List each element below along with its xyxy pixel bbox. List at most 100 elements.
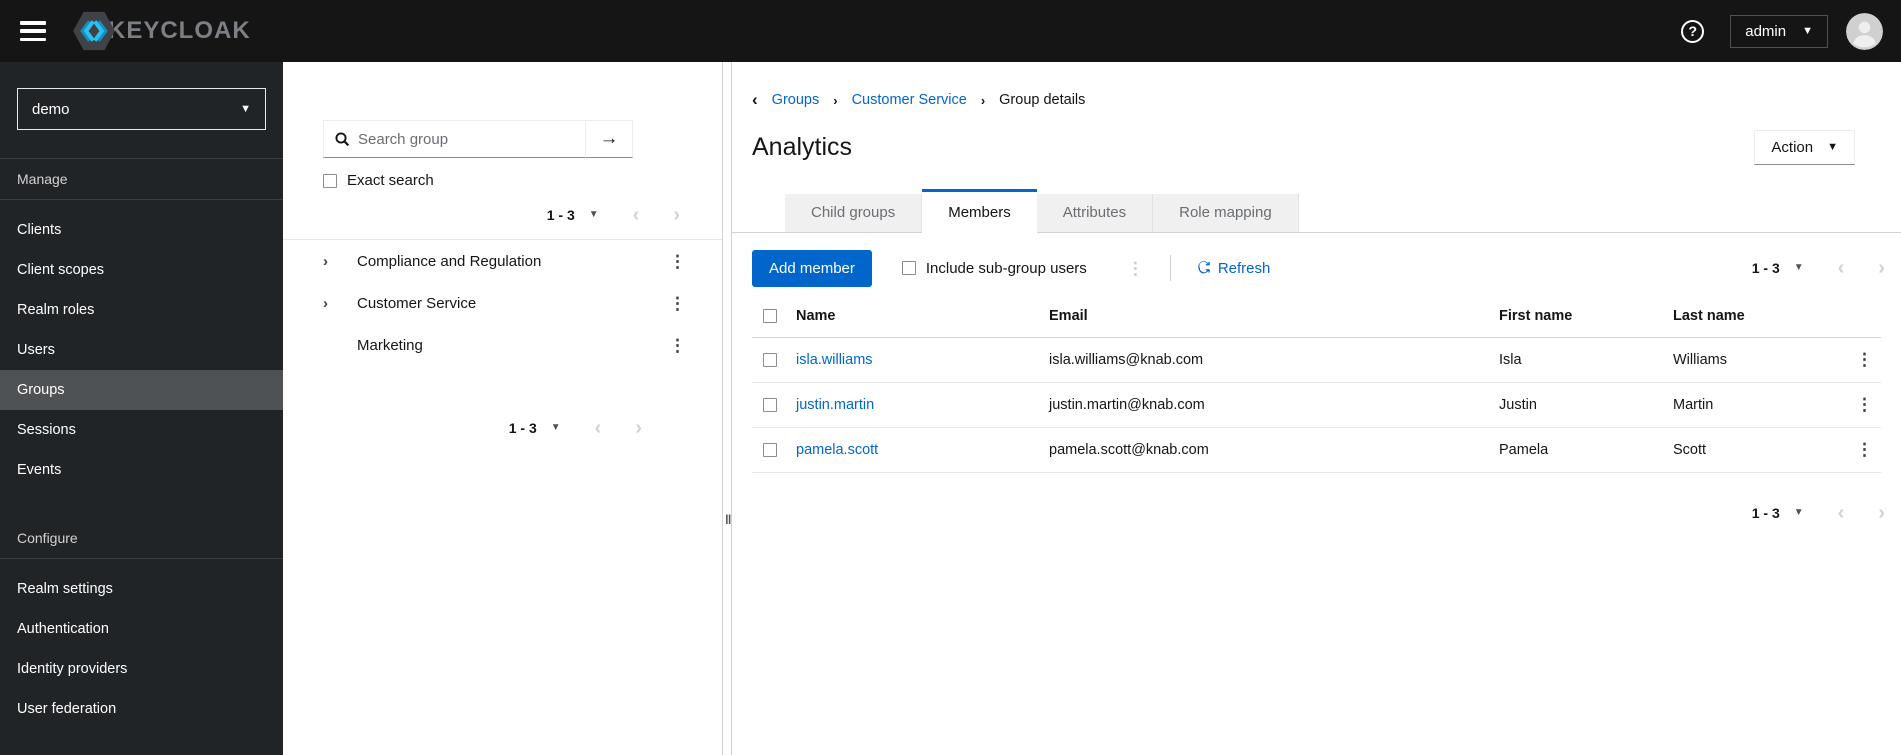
breadcrumb-link-groups[interactable]: Groups [772, 92, 820, 108]
pagination-options-toggle[interactable]: ▼ [1794, 263, 1804, 273]
member-email: isla.williams@knab.com [1049, 352, 1204, 368]
member-name-link[interactable]: pamela.scott [796, 442, 878, 458]
select-all-checkbox[interactable] [763, 309, 777, 323]
sidebar-item-clients[interactable]: Clients [0, 210, 283, 250]
breadcrumb-link-customer-service[interactable]: Customer Service [852, 92, 967, 108]
add-member-button[interactable]: Add member [752, 249, 872, 287]
action-dropdown[interactable]: Action ▼ [1754, 130, 1855, 165]
next-page-icon[interactable]: › [673, 205, 680, 225]
realm-name: demo [32, 100, 70, 118]
nav-section-configure: Configure [0, 518, 283, 559]
member-last-name: Williams [1673, 352, 1727, 368]
row-checkbox[interactable] [763, 443, 777, 457]
refresh-button[interactable]: Refresh [1197, 260, 1270, 277]
pagination-options-toggle[interactable]: ▼ [1794, 508, 1804, 518]
previous-page-icon[interactable]: ‹ [595, 418, 602, 438]
tree-item-compliance-and-regulation[interactable]: › Compliance and Regulation ⋮ [283, 240, 722, 282]
members-pagination-top: 1 - 3 ▼ ‹ › [1752, 258, 1885, 278]
members-table: Name Email First name Last name isla.wil… [752, 295, 1881, 473]
kebab-menu-icon[interactable]: ⋮ [1856, 395, 1873, 414]
sidebar-item-realm-settings[interactable]: Realm settings [0, 569, 283, 609]
member-email: justin.martin@knab.com [1049, 397, 1205, 413]
exact-search-checkbox[interactable] [323, 173, 337, 188]
sidebar-item-client-scopes[interactable]: Client scopes [0, 250, 283, 290]
member-email: pamela.scott@knab.com [1049, 442, 1209, 458]
avatar[interactable] [1846, 12, 1883, 50]
search-submit-button[interactable]: → [586, 120, 633, 158]
sidebar-item-events[interactable]: Events [0, 450, 283, 490]
page-title: Analytics [752, 133, 853, 161]
tab-members[interactable]: Members [922, 189, 1037, 233]
members-toolbar: Add member Include sub-group users ⋮ Ref… [752, 249, 1885, 287]
tab-child-groups[interactable]: Child groups [785, 194, 923, 232]
refresh-icon [1198, 261, 1210, 274]
search-group-input[interactable] [358, 130, 575, 148]
previous-page-icon[interactable]: ‹ [1838, 258, 1845, 278]
brand-text: KEYCLOAK [108, 17, 251, 44]
breadcrumb-back-icon[interactable]: ‹ [752, 90, 758, 110]
breadcrumb-current: Group details [999, 92, 1086, 108]
next-page-icon[interactable]: › [635, 418, 642, 438]
kebab-menu-icon[interactable]: ⋮ [669, 295, 686, 312]
expand-chevron-icon[interactable]: › [323, 253, 345, 270]
tab-role-mapping[interactable]: Role mapping [1153, 194, 1299, 232]
pagination-options-toggle[interactable]: ▼ [589, 210, 599, 220]
row-checkbox[interactable] [763, 398, 777, 412]
member-name-link[interactable]: isla.williams [796, 352, 873, 368]
username: admin [1745, 22, 1787, 40]
row-checkbox[interactable] [763, 353, 777, 367]
expand-chevron-icon[interactable]: › [323, 295, 345, 312]
nav-section-manage: Manage [0, 158, 283, 200]
member-last-name: Scott [1673, 442, 1707, 458]
tree-item-marketing[interactable]: Marketing ⋮ [283, 324, 722, 366]
sidebar-item-identity-providers[interactable]: Identity providers [0, 649, 283, 689]
nav-list-manage: Clients Client scopes Realm roles Users … [0, 200, 283, 490]
kebab-menu-icon[interactable]: ⋮ [1127, 260, 1144, 277]
panel-resize-handle[interactable]: ‖ [722, 62, 732, 755]
column-header-first-name: First name [1499, 308, 1573, 324]
pagination-range: 1 - 3 [1751, 260, 1780, 276]
tree-item-customer-service[interactable]: › Customer Service ⋮ [283, 282, 722, 324]
sidebar-item-user-federation[interactable]: User federation [0, 689, 283, 729]
tab-attributes[interactable]: Attributes [1036, 194, 1154, 232]
kebab-menu-icon[interactable]: ⋮ [1856, 440, 1873, 459]
kebab-menu-icon[interactable]: ⋮ [669, 337, 686, 354]
chevron-down-icon: ▼ [240, 102, 251, 115]
tree-pagination-bottom: 1 - 3 ▼ ‹ › [283, 418, 642, 438]
breadcrumb-separator-icon: › [980, 92, 986, 108]
breadcrumb-separator-icon: › [833, 92, 838, 108]
sidebar-item-groups[interactable]: Groups [0, 370, 283, 410]
table-header-row: Name Email First name Last name [752, 295, 1881, 338]
member-first-name: Pamela [1499, 442, 1549, 458]
help-icon[interactable]: ? [1681, 19, 1705, 43]
search-icon [335, 132, 350, 147]
member-first-name: Justin [1499, 397, 1537, 413]
keycloak-logo[interactable]: KEYCLOAK [72, 11, 251, 51]
member-first-name: Isla [1499, 352, 1522, 368]
group-search-box [323, 120, 586, 158]
next-page-icon[interactable]: › [1878, 503, 1885, 523]
hamburger-menu-icon[interactable] [20, 21, 46, 41]
include-subgroup-users-label: Include sub-group users [925, 259, 1087, 277]
chevron-down-icon: ▼ [1802, 24, 1813, 37]
kebab-menu-icon[interactable]: ⋮ [1856, 350, 1873, 369]
tab-bar: Child groups Members Attributes Role map… [732, 189, 1901, 233]
include-subgroup-users-checkbox[interactable] [901, 261, 916, 275]
grip-icon: ‖ [725, 512, 732, 527]
member-name-link[interactable]: justin.martin [796, 397, 874, 413]
realm-selector[interactable]: demo ▼ [17, 88, 266, 130]
top-bar: KEYCLOAK ? admin ▼ [0, 0, 1901, 62]
sidebar-item-sessions[interactable]: Sessions [0, 410, 283, 450]
previous-page-icon[interactable]: ‹ [633, 205, 640, 225]
pagination-options-toggle[interactable]: ▼ [551, 423, 561, 433]
previous-page-icon[interactable]: ‹ [1838, 503, 1845, 523]
user-menu-dropdown[interactable]: admin ▼ [1730, 14, 1828, 48]
keycloak-hexagon-icon [73, 11, 115, 51]
sidebar-item-realm-roles[interactable]: Realm roles [0, 290, 283, 330]
kebab-menu-icon[interactable]: ⋮ [669, 253, 686, 270]
sidebar-item-users[interactable]: Users [0, 330, 283, 370]
sidebar-item-authentication[interactable]: Authentication [0, 609, 283, 649]
next-page-icon[interactable]: › [1878, 258, 1885, 278]
main-content: ‹ Groups › Customer Service › Group deta… [732, 62, 1901, 755]
column-header-email: Email [1049, 308, 1088, 324]
